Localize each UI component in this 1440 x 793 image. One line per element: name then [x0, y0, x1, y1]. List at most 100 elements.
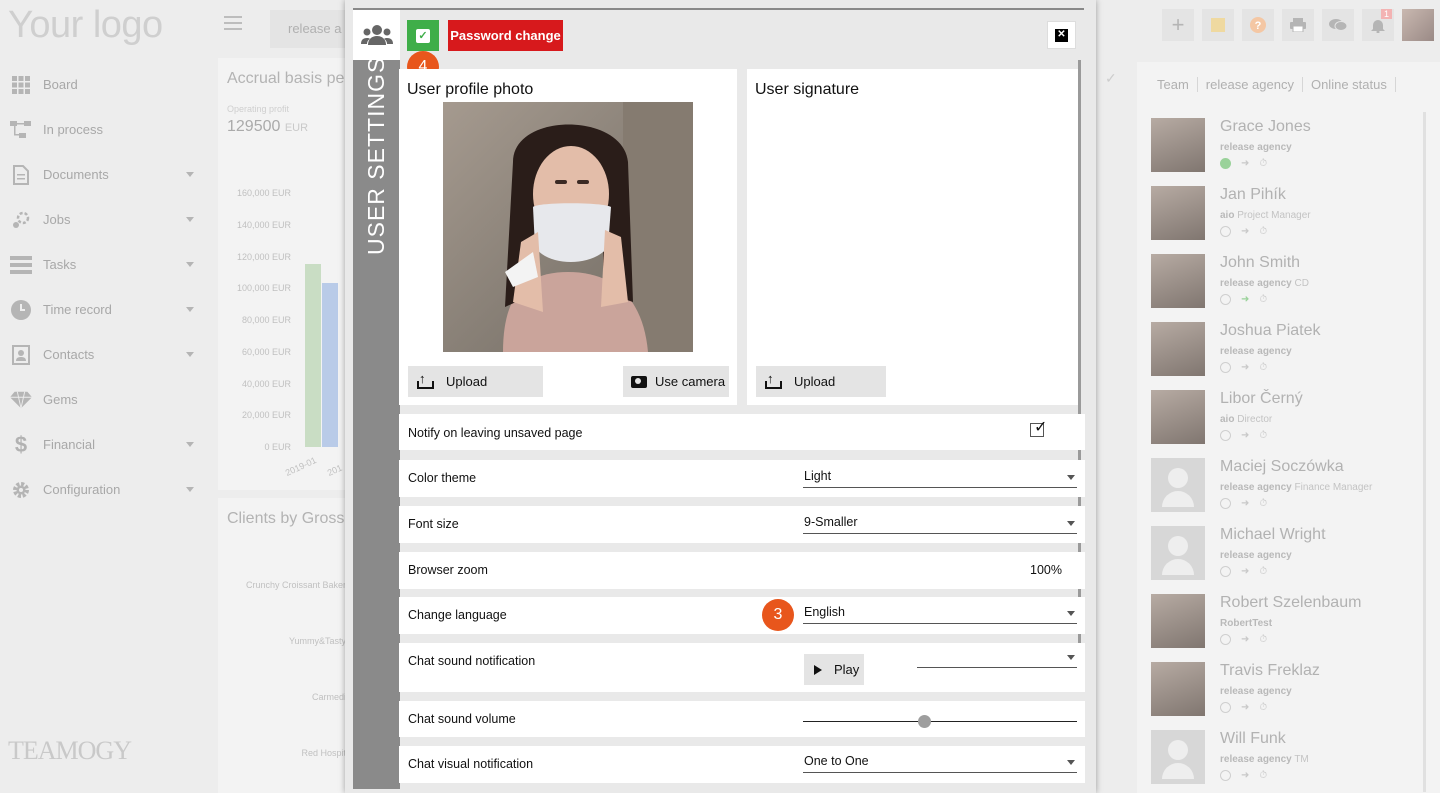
member-avatar: [1151, 118, 1205, 172]
team-member[interactable]: John Smith release agency CD ➜ ⏱: [1151, 254, 1421, 312]
language-select[interactable]: English: [803, 602, 1077, 624]
breadcrumb-team[interactable]: Team: [1149, 76, 1198, 92]
timer-icon: ⏱: [1259, 226, 1268, 237]
sidebar-item-jobs[interactable]: Jobs: [0, 197, 206, 242]
sidebar-item-configuration[interactable]: Configuration: [0, 467, 206, 512]
member-name: Libor Černý: [1220, 390, 1303, 407]
chat-visual-select[interactable]: One to One: [803, 751, 1077, 773]
help-icon[interactable]: ?: [1242, 9, 1274, 41]
member-name: Jan Pihík: [1220, 186, 1286, 203]
status-dot-icon: [1220, 634, 1231, 645]
status-dot-icon: [1220, 430, 1231, 441]
chevron-down-icon: [186, 352, 194, 357]
sidebar-item-tasks[interactable]: Tasks: [0, 242, 206, 287]
user-avatar[interactable]: [1402, 9, 1434, 41]
save-button[interactable]: ✓: [407, 20, 439, 51]
volume-slider-track[interactable]: [803, 721, 1077, 722]
signature-title: User signature: [755, 81, 860, 98]
document-icon: [10, 164, 32, 185]
bell-icon[interactable]: 1: [1362, 9, 1394, 41]
jobs-icon: [10, 210, 32, 230]
sidebar-item-time-record[interactable]: Time record: [0, 287, 206, 332]
step-badge: 3: [762, 599, 794, 631]
team-member[interactable]: Robert Szelenbaum RobertTest ➜ ⏱: [1151, 594, 1421, 652]
team-member[interactable]: Jan Pihík aio Project Manager ➜ ⏱: [1151, 186, 1421, 244]
team-panel: Team release agency Online status Grace …: [1137, 62, 1440, 793]
y-tick-label: 40,000 EUR: [241, 378, 291, 389]
chart-bar: [322, 283, 338, 447]
member-name: Michael Wright: [1220, 526, 1326, 543]
font-size-select[interactable]: 9-Smaller: [803, 512, 1077, 534]
sidebar-item-financial[interactable]: $ Financial: [0, 422, 206, 467]
users-icon[interactable]: [353, 10, 400, 62]
upload-icon: [417, 371, 434, 389]
add-icon[interactable]: +: [1162, 9, 1194, 41]
operating-profit-value: 129500 EUR: [227, 118, 309, 135]
timer-icon: ⏱: [1259, 158, 1268, 169]
sidebar-item-gems[interactable]: Gems: [0, 377, 206, 422]
play-button[interactable]: Play: [804, 654, 864, 685]
sidebar-item-label: Jobs: [43, 212, 71, 227]
team-member[interactable]: Libor Černý aio Director ➜ ⏱: [1151, 390, 1421, 448]
member-status: ➜ ⏱: [1220, 226, 1267, 237]
client-label: Yummy&Tasty: [288, 636, 346, 646]
member-status: ➜ ⏱: [1220, 158, 1267, 169]
play-icon: [814, 664, 822, 675]
team-member[interactable]: Will Funk release agency TM ➜ ⏱: [1151, 730, 1421, 788]
menu-icon[interactable]: [224, 16, 242, 34]
login-icon: ➜: [1241, 634, 1250, 645]
password-change-button[interactable]: Password change: [448, 20, 563, 51]
browser-zoom-label: Browser zoom: [408, 563, 488, 577]
print-icon[interactable]: [1282, 9, 1314, 41]
notify-label: Notify on leaving unsaved page: [408, 426, 583, 440]
member-status: ➜ ⏱: [1220, 566, 1267, 577]
y-tick-label: 100,000 EUR: [236, 283, 291, 294]
chevron-down-icon: [186, 172, 194, 177]
notify-checkbox[interactable]: [1030, 417, 1047, 437]
browser-zoom-value[interactable]: 100%: [1030, 563, 1062, 577]
chat-volume-label: Chat sound volume: [408, 712, 516, 726]
sidebar-item-in-process[interactable]: In process: [0, 107, 206, 152]
upload-icon: [765, 371, 782, 389]
svg-text:?: ?: [1255, 20, 1262, 32]
status-dot-icon: [1220, 362, 1231, 373]
member-avatar: [1151, 186, 1205, 240]
sidebar-item-label: Contacts: [43, 347, 95, 362]
team-member[interactable]: Michael Wright release agency ➜ ⏱: [1151, 526, 1421, 584]
close-button[interactable]: ✕: [1047, 21, 1076, 49]
notification-badge: 1: [1380, 9, 1392, 19]
volume-slider-handle[interactable]: [917, 715, 931, 728]
chat-sound-select[interactable]: [917, 646, 1077, 668]
team-member[interactable]: Grace Jones release agency ➜ ⏱: [1151, 118, 1421, 176]
note-icon[interactable]: [1202, 9, 1234, 41]
sidebar-item-label: Time record: [43, 302, 112, 317]
team-member[interactable]: Joshua Piatek release agency ➜ ⏱: [1151, 322, 1421, 380]
member-status: ➜ ⏱: [1220, 294, 1267, 305]
team-member[interactable]: Maciej Soczówka release agency Finance Ma…: [1151, 458, 1421, 516]
clients-card: Clients by Gross Crunchy Croissant Baker…: [218, 498, 346, 793]
x-tick-label: 2019-01: [283, 454, 318, 478]
team-scrollbar[interactable]: [1423, 112, 1426, 792]
login-icon: ➜: [1241, 226, 1250, 237]
sidebar-item-documents[interactable]: Documents: [0, 152, 206, 197]
timer-icon: ⏱: [1259, 498, 1268, 509]
client-label: Red Hospit: [301, 748, 346, 758]
color-theme-select[interactable]: Light: [803, 466, 1077, 488]
sidebar-item-board[interactable]: Board: [0, 62, 206, 107]
member-status: ➜ ⏱: [1220, 770, 1267, 781]
sidebar-item-label: Financial: [43, 437, 96, 452]
y-tick-label: 0 EUR: [264, 442, 291, 452]
status-dot-icon: [1220, 226, 1231, 237]
client-label: Carmedi: [311, 692, 346, 702]
breadcrumb-agency[interactable]: release agency: [1198, 76, 1303, 92]
upload-photo-button[interactable]: Upload: [408, 366, 543, 397]
setting-chat-volume: Chat sound volume: [399, 701, 1085, 737]
chat-icon[interactable]: [1322, 9, 1354, 41]
member-status: ➜ ⏱: [1220, 430, 1267, 441]
use-camera-button[interactable]: Use camera: [623, 366, 729, 397]
upload-signature-button[interactable]: Upload: [756, 366, 886, 397]
team-member[interactable]: Travis Freklaz release agency ➜ ⏱: [1151, 662, 1421, 720]
y-tick-label: 140,000 EUR: [236, 219, 291, 230]
breadcrumb-online-status[interactable]: Online status: [1303, 76, 1396, 92]
sidebar-item-contacts[interactable]: Contacts: [0, 332, 206, 377]
